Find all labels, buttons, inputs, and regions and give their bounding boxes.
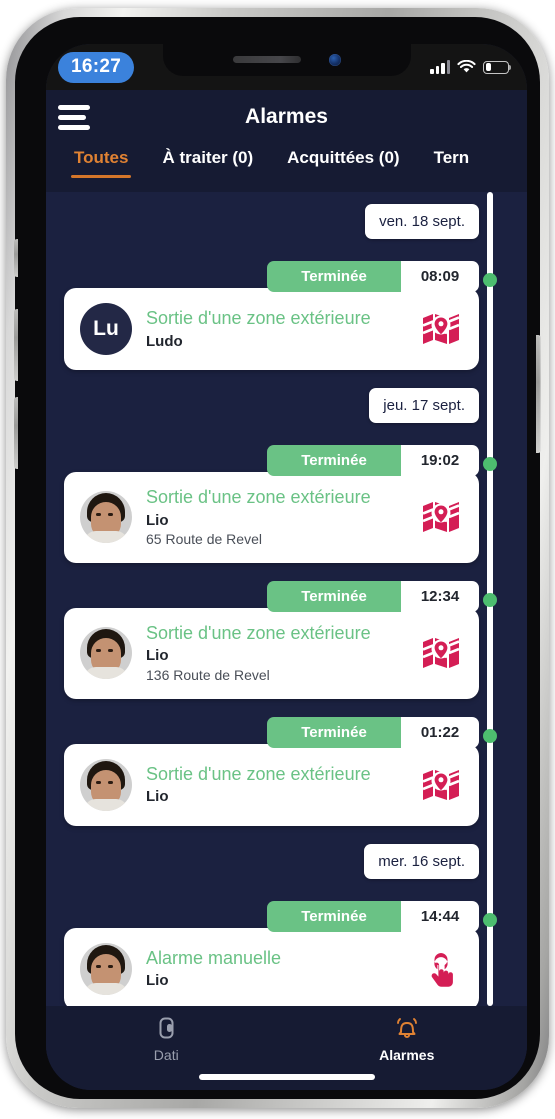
- volume-down-button[interactable]: [14, 397, 18, 469]
- alarm-person-name: Lio: [146, 788, 169, 806]
- tab-1[interactable]: À traiter (0): [162, 144, 253, 168]
- volume-up-button[interactable]: [14, 309, 18, 381]
- alarm-card[interactable]: Sortie d'une zone extérieure Lio: [64, 743, 479, 826]
- alarm-header: Terminée 19:02: [46, 445, 505, 476]
- earpiece-speaker: [232, 56, 301, 63]
- alarm-item[interactable]: Terminée 19:02 Sortie d'une zone extérieur…: [46, 445, 527, 563]
- alarm-address: 136 Route de Revel: [146, 666, 270, 683]
- alarm-info: Sortie d'une zone extérieure Lio: [146, 763, 405, 807]
- tab-bar[interactable]: Toutes À traiter (0) Acquittées (0) Tern: [46, 144, 527, 192]
- power-button[interactable]: [536, 335, 541, 453]
- alarm-type: Sortie d'une zone extérieure: [146, 308, 371, 328]
- alarm-person-name: Lio: [146, 511, 169, 529]
- alarm-time: 12:34: [401, 580, 479, 612]
- alarm-info: Sortie d'une zone extérieure Lio 136 Route…: [146, 622, 405, 685]
- home-indicator[interactable]: [198, 1074, 375, 1080]
- alarm-person-name: Lio: [146, 972, 169, 990]
- status-indicators: [430, 60, 512, 74]
- tab-0[interactable]: Toutes: [70, 144, 132, 178]
- alarm-item[interactable]: Terminée 08:09 Lu Sortie d'une zone extérie…: [46, 261, 527, 370]
- map-location-icon[interactable]: [419, 763, 463, 807]
- alarm-card[interactable]: Sortie d'une zone extérieure Lio 136 Route…: [64, 607, 479, 699]
- status-time-pill: 16:27: [58, 51, 135, 83]
- map-location-icon: [422, 502, 460, 533]
- alarm-item[interactable]: Terminée 01:22 Sortie d'une zone extérieur…: [46, 716, 527, 826]
- date-separator: ven. 18 sept.: [46, 204, 527, 239]
- status-badge: Terminée: [267, 445, 401, 476]
- bell-alarm-icon: [396, 1018, 417, 1038]
- alarm-item[interactable]: Terminée 14:44 Alarme manuelle Lio: [46, 900, 527, 1006]
- alarm-time: 08:09: [401, 261, 479, 292]
- alarm-card[interactable]: Sortie d'une zone extérieure Lio 65 Route …: [64, 472, 479, 563]
- alarm-address: 65 Route de Revel: [146, 531, 262, 547]
- timeline-dot: [483, 273, 497, 287]
- notch: [162, 44, 411, 76]
- page-title: Alarmes: [245, 105, 328, 128]
- date-pill-label: ven. 18 sept.: [365, 204, 479, 239]
- date-pill-label: jeu. 17 sept.: [369, 388, 479, 423]
- alarm-time: 14:44: [401, 900, 479, 932]
- map-location-icon[interactable]: [419, 495, 463, 539]
- avatar-photo: [80, 942, 132, 995]
- alarm-info: Sortie d'une zone extérieure Lio 65 Route …: [146, 486, 405, 549]
- avatar-photo: [80, 491, 132, 544]
- alarm-info: Sortie d'une zone extérieure Ludo: [146, 307, 405, 351]
- tab-2[interactable]: Acquittées (0): [287, 144, 399, 168]
- alarm-header: Terminée 01:22: [46, 716, 505, 748]
- alarm-type: Alarme manuelle: [146, 947, 282, 968]
- alarm-header: Terminée 08:09: [46, 261, 505, 292]
- mute-switch[interactable]: [14, 239, 18, 277]
- alarm-type: Sortie d'une zone extérieure: [146, 763, 371, 784]
- alarm-feed-scroll[interactable]: ven. 18 sept. Terminée 08:09 Lu Sortie d'une…: [46, 192, 527, 1006]
- alarm-type: Sortie d'une zone extérieure: [146, 487, 371, 507]
- map-location-icon: [422, 638, 460, 669]
- timeline-dot: [483, 592, 497, 607]
- alarm-header: Terminée 12:34: [46, 580, 505, 612]
- nav-item-label: Dati: [153, 1047, 179, 1063]
- front-camera-icon: [328, 53, 341, 66]
- alarm-header: Terminée 14:44: [46, 900, 505, 932]
- map-location-icon[interactable]: [419, 307, 463, 351]
- device-tracker-icon: [159, 1017, 174, 1039]
- battery-icon: [483, 60, 512, 74]
- date-pill-label: mer. 16 sept.: [364, 843, 479, 879]
- status-badge: Terminée: [267, 900, 401, 932]
- status-badge: Terminée: [267, 580, 401, 612]
- alarm-card[interactable]: Lu Sortie d'une zone extérieure Ludo: [64, 288, 479, 370]
- date-separator: jeu. 17 sept.: [46, 388, 527, 423]
- hand-tap-icon: [431, 952, 453, 987]
- timeline-dot: [483, 728, 497, 743]
- alarm-person-name: Lio: [146, 647, 169, 665]
- alarm-time: 01:22: [401, 716, 479, 748]
- phone-screen: 16:27 Alarmes Toutes À traiter (0) Acqui…: [46, 44, 527, 1090]
- avatar-photo: [80, 627, 132, 680]
- map-location-icon: [422, 769, 460, 800]
- alarm-item[interactable]: Terminée 12:34 Sortie d'une zone extérieur…: [46, 580, 527, 699]
- phone-bezel: 16:27 Alarmes Toutes À traiter (0) Acqui…: [14, 17, 541, 1099]
- avatar-initials: Lu: [80, 303, 132, 355]
- signal-bars-icon: [430, 60, 450, 74]
- alarm-time: 19:02: [401, 445, 479, 476]
- nav-item-label: Alarmes: [379, 1047, 435, 1063]
- tab-3[interactable]: Tern: [434, 144, 470, 168]
- map-location-icon: [422, 314, 460, 344]
- phone-frame: 16:27 Alarmes Toutes À traiter (0) Acqui…: [6, 8, 549, 1108]
- map-location-icon[interactable]: [419, 631, 463, 675]
- alarm-info: Alarme manuelle Lio: [146, 947, 405, 991]
- hand-tap-icon[interactable]: [419, 947, 463, 991]
- alarm-feed: ven. 18 sept. Terminée 08:09 Lu Sortie d'une…: [46, 192, 527, 1006]
- timeline-dot: [483, 457, 497, 471]
- avatar-photo: [80, 758, 132, 811]
- wifi-icon: [457, 60, 476, 73]
- timeline-dot: [483, 912, 497, 927]
- date-separator: mer. 16 sept.: [46, 843, 527, 879]
- alarm-card[interactable]: Alarme manuelle Lio: [64, 927, 479, 1006]
- alarm-type: Sortie d'une zone extérieure: [146, 622, 371, 643]
- status-badge: Terminée: [267, 261, 401, 292]
- alarm-person-name: Ludo: [146, 332, 183, 350]
- status-badge: Terminée: [267, 716, 401, 748]
- app-header: Alarmes: [46, 90, 527, 144]
